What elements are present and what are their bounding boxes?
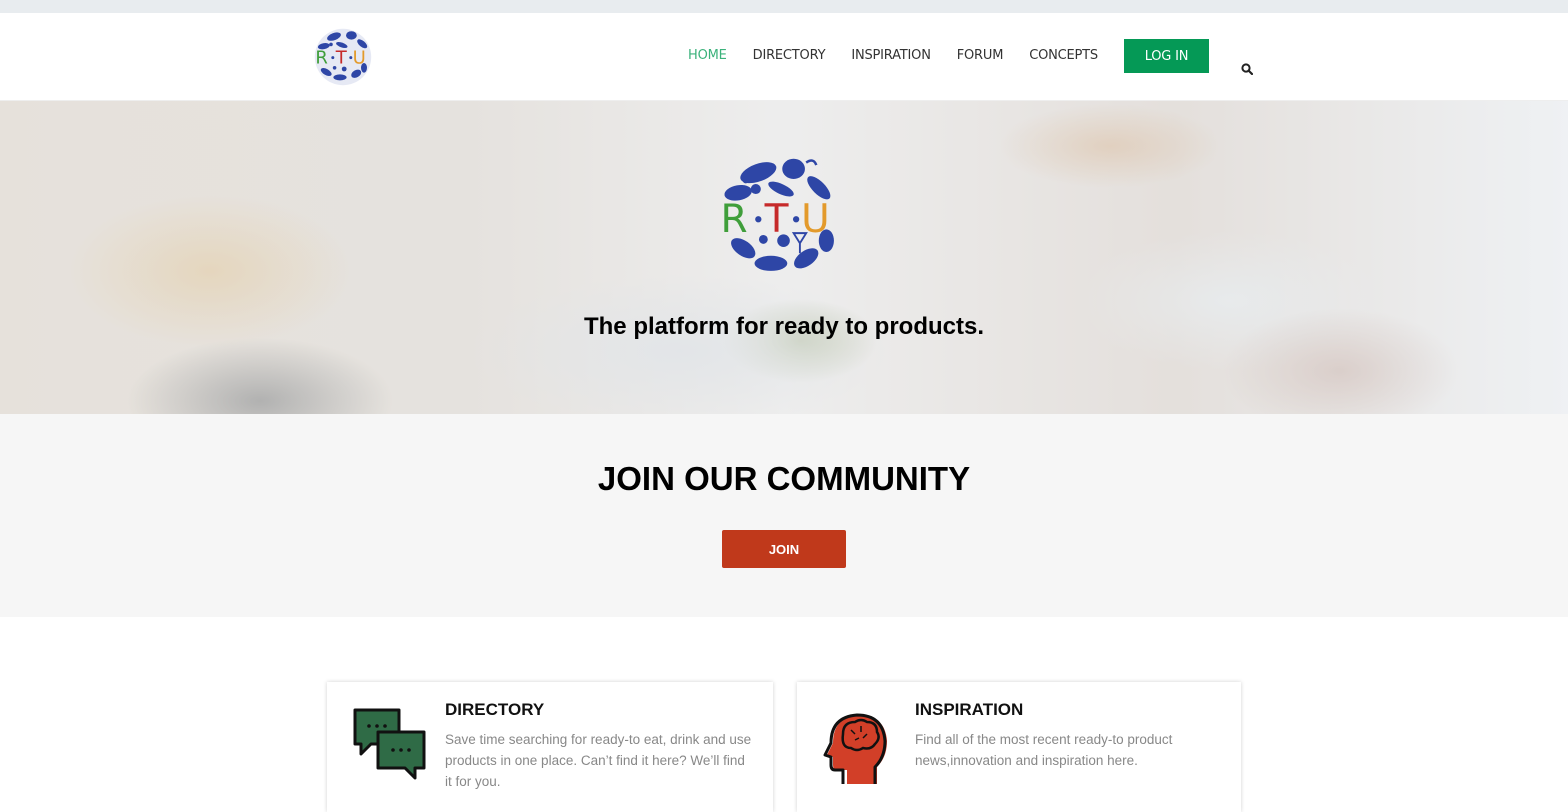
feature-title: DIRECTORY bbox=[445, 700, 545, 719]
nav-item-directory[interactable]: DIRECTORY bbox=[753, 39, 826, 73]
feature-description: Save time searching for ready-to eat, dr… bbox=[445, 732, 752, 789]
site-header: R T U HOME DIRECTORY INSPIRATION FORUM C… bbox=[0, 13, 1568, 101]
main-nav: HOME DIRECTORY INSPIRATION FORUM CONCEPT… bbox=[688, 39, 1209, 73]
feature-card-inspiration[interactable]: INSPIRATION Find all of the most recent … bbox=[797, 682, 1241, 812]
hero-tagline: The platform for ready to products. bbox=[583, 313, 985, 340]
head-brain-icon bbox=[823, 713, 887, 784]
nav-item-concepts[interactable]: CONCEPTS bbox=[1029, 39, 1098, 73]
join-community-section: JOIN OUR COMMUNITY JOIN bbox=[0, 414, 1568, 617]
features-section: DIRECTORY Save time searching for ready-… bbox=[0, 617, 1568, 812]
hero-banner: R T U The platform for ready to products… bbox=[0, 101, 1568, 414]
nav-item-forum[interactable]: FORUM bbox=[957, 39, 1004, 73]
hero-logo-letter-t: T bbox=[764, 197, 789, 242]
feature-card-directory[interactable]: DIRECTORY Save time searching for ready-… bbox=[327, 682, 773, 812]
top-strip bbox=[0, 0, 1568, 13]
logo-letter-u: U bbox=[353, 48, 366, 69]
join-title: JOIN OUR COMMUNITY bbox=[597, 460, 971, 497]
login-button[interactable]: LOG IN bbox=[1123, 39, 1209, 73]
feature-description: Find all of the most recent ready-to pro… bbox=[915, 732, 1173, 768]
hero-logo-letter-u: U bbox=[801, 197, 830, 242]
rtu-logo[interactable]: R T U bbox=[313, 27, 373, 87]
chat-bubbles-icon bbox=[353, 708, 426, 780]
logo-letter-r: R bbox=[315, 48, 328, 69]
join-button[interactable]: JOIN bbox=[722, 530, 846, 568]
logo-letter-t: T bbox=[335, 48, 348, 69]
nav-item-inspiration[interactable]: INSPIRATION bbox=[851, 39, 931, 73]
hero-logo-letter-r: R bbox=[721, 197, 748, 242]
feature-title: INSPIRATION bbox=[915, 700, 1024, 719]
search-icon[interactable] bbox=[1241, 63, 1253, 75]
hero-rtu-logo: R T U bbox=[721, 158, 834, 271]
nav-item-home[interactable]: HOME bbox=[688, 39, 727, 73]
